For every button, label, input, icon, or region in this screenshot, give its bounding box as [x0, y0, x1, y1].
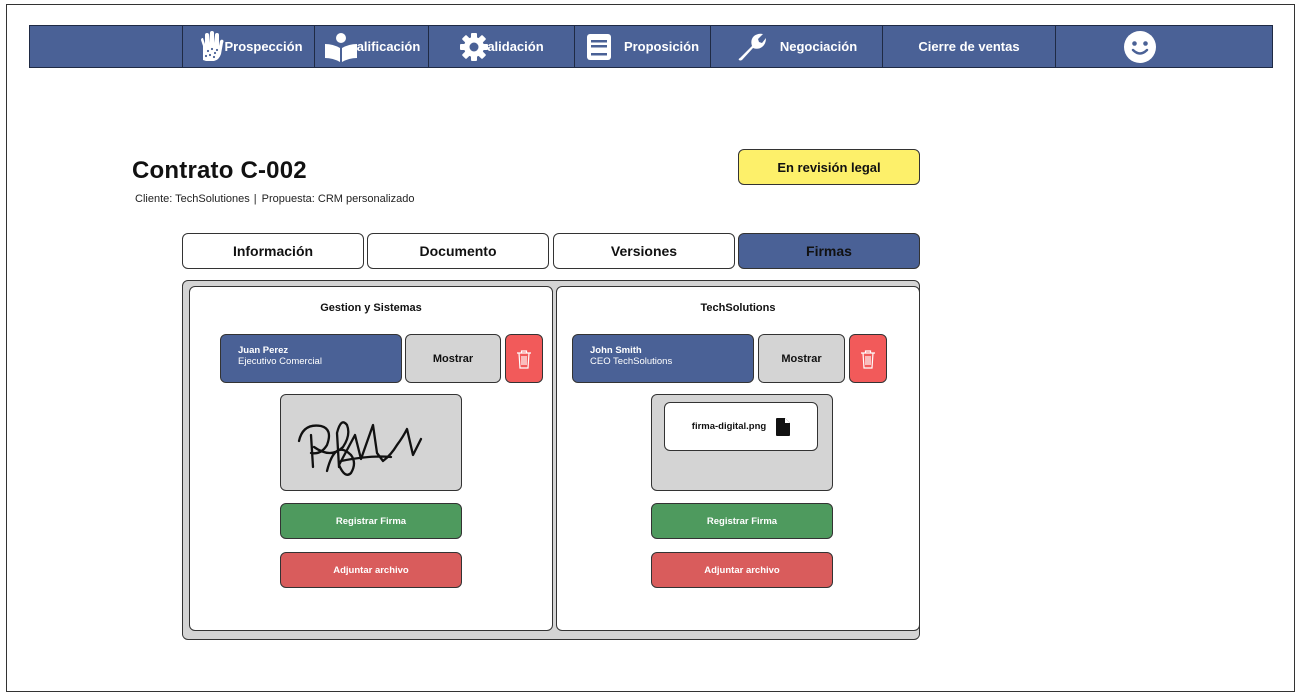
nav-label: alificación [356, 39, 421, 54]
document-icon [586, 33, 612, 61]
smiley-icon [1123, 30, 1157, 64]
nav-label: Cierre de ventas [918, 39, 1020, 54]
attached-file[interactable]: firma-digital.png [664, 402, 818, 451]
register-signature-button[interactable]: Registrar Firma [651, 503, 833, 539]
nav-item-negociacion[interactable]: Negociación [710, 26, 882, 67]
page-title: Contrato C-002 [132, 157, 307, 184]
attach-file-button[interactable]: Adjuntar archivo [651, 552, 833, 588]
hand-icon [194, 30, 228, 64]
contract-subtitle: Cliente: TechSolutiones | Propuesta: CRM p… [135, 193, 414, 205]
trash-icon [517, 349, 531, 369]
signer-role: Ejecutivo Comercial [238, 356, 322, 367]
signature-preview [280, 394, 462, 491]
wrench-icon [736, 32, 766, 62]
tab-versiones[interactable]: Versiones [553, 233, 735, 269]
nav-item-cierre-de-ventas[interactable]: Cierre de ventas [882, 26, 1056, 67]
handwritten-signature [297, 421, 423, 476]
separator: | [253, 193, 257, 205]
attach-file-button[interactable]: Adjuntar archivo [280, 552, 462, 588]
tab-documento[interactable]: Documento [367, 233, 549, 269]
tab-informacion[interactable]: Información [182, 233, 364, 269]
nav-item-calificacion[interactable]: alificación [314, 26, 428, 67]
delete-button[interactable] [849, 334, 887, 383]
signer-name: Juan Perez [238, 345, 289, 356]
tab-firmas[interactable]: Firmas [738, 233, 920, 269]
top-nav: Prospección alificación alidación Propos… [29, 25, 1273, 68]
gear-icon [459, 32, 489, 62]
file-name: firma-digital.png [691, 421, 767, 432]
show-button[interactable]: Mostrar [758, 334, 845, 383]
nav-label: Negociación [779, 39, 858, 54]
proposal-label: Propuesta: CRM personalizado [261, 193, 415, 205]
nav-item-prospeccion[interactable]: Prospección [182, 26, 314, 67]
company-title: TechSolutions [700, 302, 776, 314]
client-label: Cliente: TechSolutiones [135, 193, 250, 205]
user-menu[interactable] [1056, 26, 1216, 67]
nav-item-proposicion[interactable]: Proposición [574, 26, 710, 67]
status-badge: En revisión legal [738, 149, 920, 185]
reader-icon [323, 32, 359, 62]
register-signature-button[interactable]: Registrar Firma [280, 503, 462, 539]
signer-name: John Smith [590, 345, 642, 356]
delete-button[interactable] [505, 334, 543, 383]
trash-icon [861, 349, 875, 369]
signer-card[interactable]: John Smith CEO TechSolutions [572, 334, 754, 383]
nav-label: Proposición [623, 39, 700, 54]
show-button[interactable]: Mostrar [405, 334, 501, 383]
nav-label: Prospección [224, 39, 303, 54]
nav-label: alidación [487, 39, 544, 54]
nav-item-validacion[interactable]: alidación [428, 26, 574, 67]
company-title: Gestion y Sistemas [320, 302, 422, 314]
signer-card[interactable]: Juan Perez Ejecutivo Comercial [220, 334, 402, 383]
signer-role: CEO TechSolutions [590, 356, 673, 367]
file-icon [776, 417, 791, 436]
